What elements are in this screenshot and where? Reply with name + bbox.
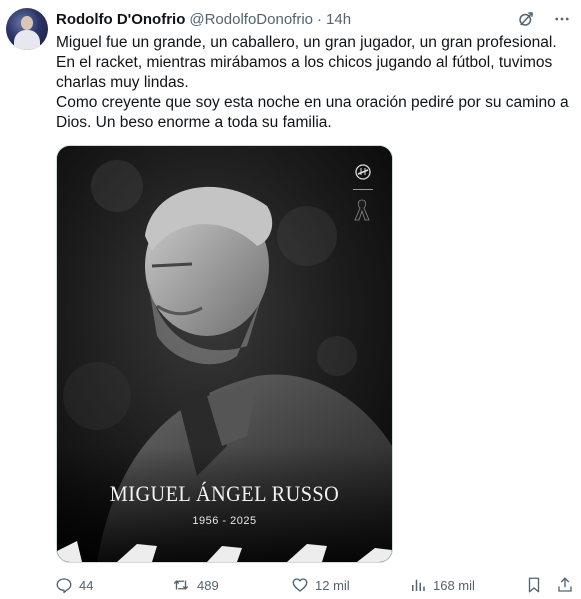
header-separator: ·	[317, 10, 323, 28]
repost-button[interactable]: 489	[171, 574, 219, 596]
tweet-actions: 44 489 12 mil 168 mil	[0, 574, 581, 596]
like-button[interactable]: 12 mil	[291, 574, 350, 596]
mourning-ribbon-icon	[354, 199, 370, 221]
views-count: 168 mil	[433, 577, 475, 593]
share-button[interactable]	[556, 574, 574, 596]
repost-icon	[173, 580, 189, 590]
logo-divider	[353, 189, 373, 190]
repost-count: 489	[197, 577, 219, 593]
tweet-media[interactable]: MIGUEL ÁNGEL RUSSO 1956 - 2025	[56, 145, 393, 563]
author-name[interactable]: Rodolfo D'Onofrio	[56, 11, 185, 28]
avatar[interactable]	[6, 8, 48, 50]
grok-icon[interactable]	[515, 8, 537, 30]
memorial-name: MIGUEL ÁNGEL RUSSO	[109, 481, 340, 506]
like-count: 12 mil	[315, 577, 350, 593]
heart-icon	[292, 578, 308, 592]
tweet-timestamp[interactable]: 14h	[326, 11, 351, 28]
reply-button[interactable]: 44	[55, 574, 93, 596]
tweet-paragraph-1: Miguel fue un grande, un caballero, un g…	[56, 34, 557, 51]
reply-icon	[56, 578, 72, 594]
tweet-header: Rodolfo D'Onofrio @RodolfoDonofrio · 14h	[56, 9, 351, 29]
bookmark-icon	[528, 577, 540, 593]
tweet-paragraph-3: Como creyente que soy esta noche en una …	[56, 94, 569, 131]
reply-count: 44	[79, 577, 94, 593]
club-crest-icon	[355, 164, 371, 180]
tweet-text: Miguel fue un grande, un caballero, un g…	[56, 33, 571, 133]
header-actions	[515, 8, 573, 30]
share-icon	[558, 577, 572, 592]
bookmark-button[interactable]	[525, 574, 543, 596]
tweet-paragraph-2: En el racket, mientras mirábamos a los c…	[56, 54, 553, 91]
views-icon	[412, 579, 425, 591]
avatar-face	[21, 16, 33, 30]
avatar-shoulders	[14, 30, 40, 50]
more-icon[interactable]	[551, 8, 573, 30]
memorial-years: 1956 - 2025	[192, 515, 257, 527]
views-button[interactable]: 168 mil	[409, 574, 475, 596]
author-handle[interactable]: @RodolfoDonofrio	[189, 11, 313, 28]
